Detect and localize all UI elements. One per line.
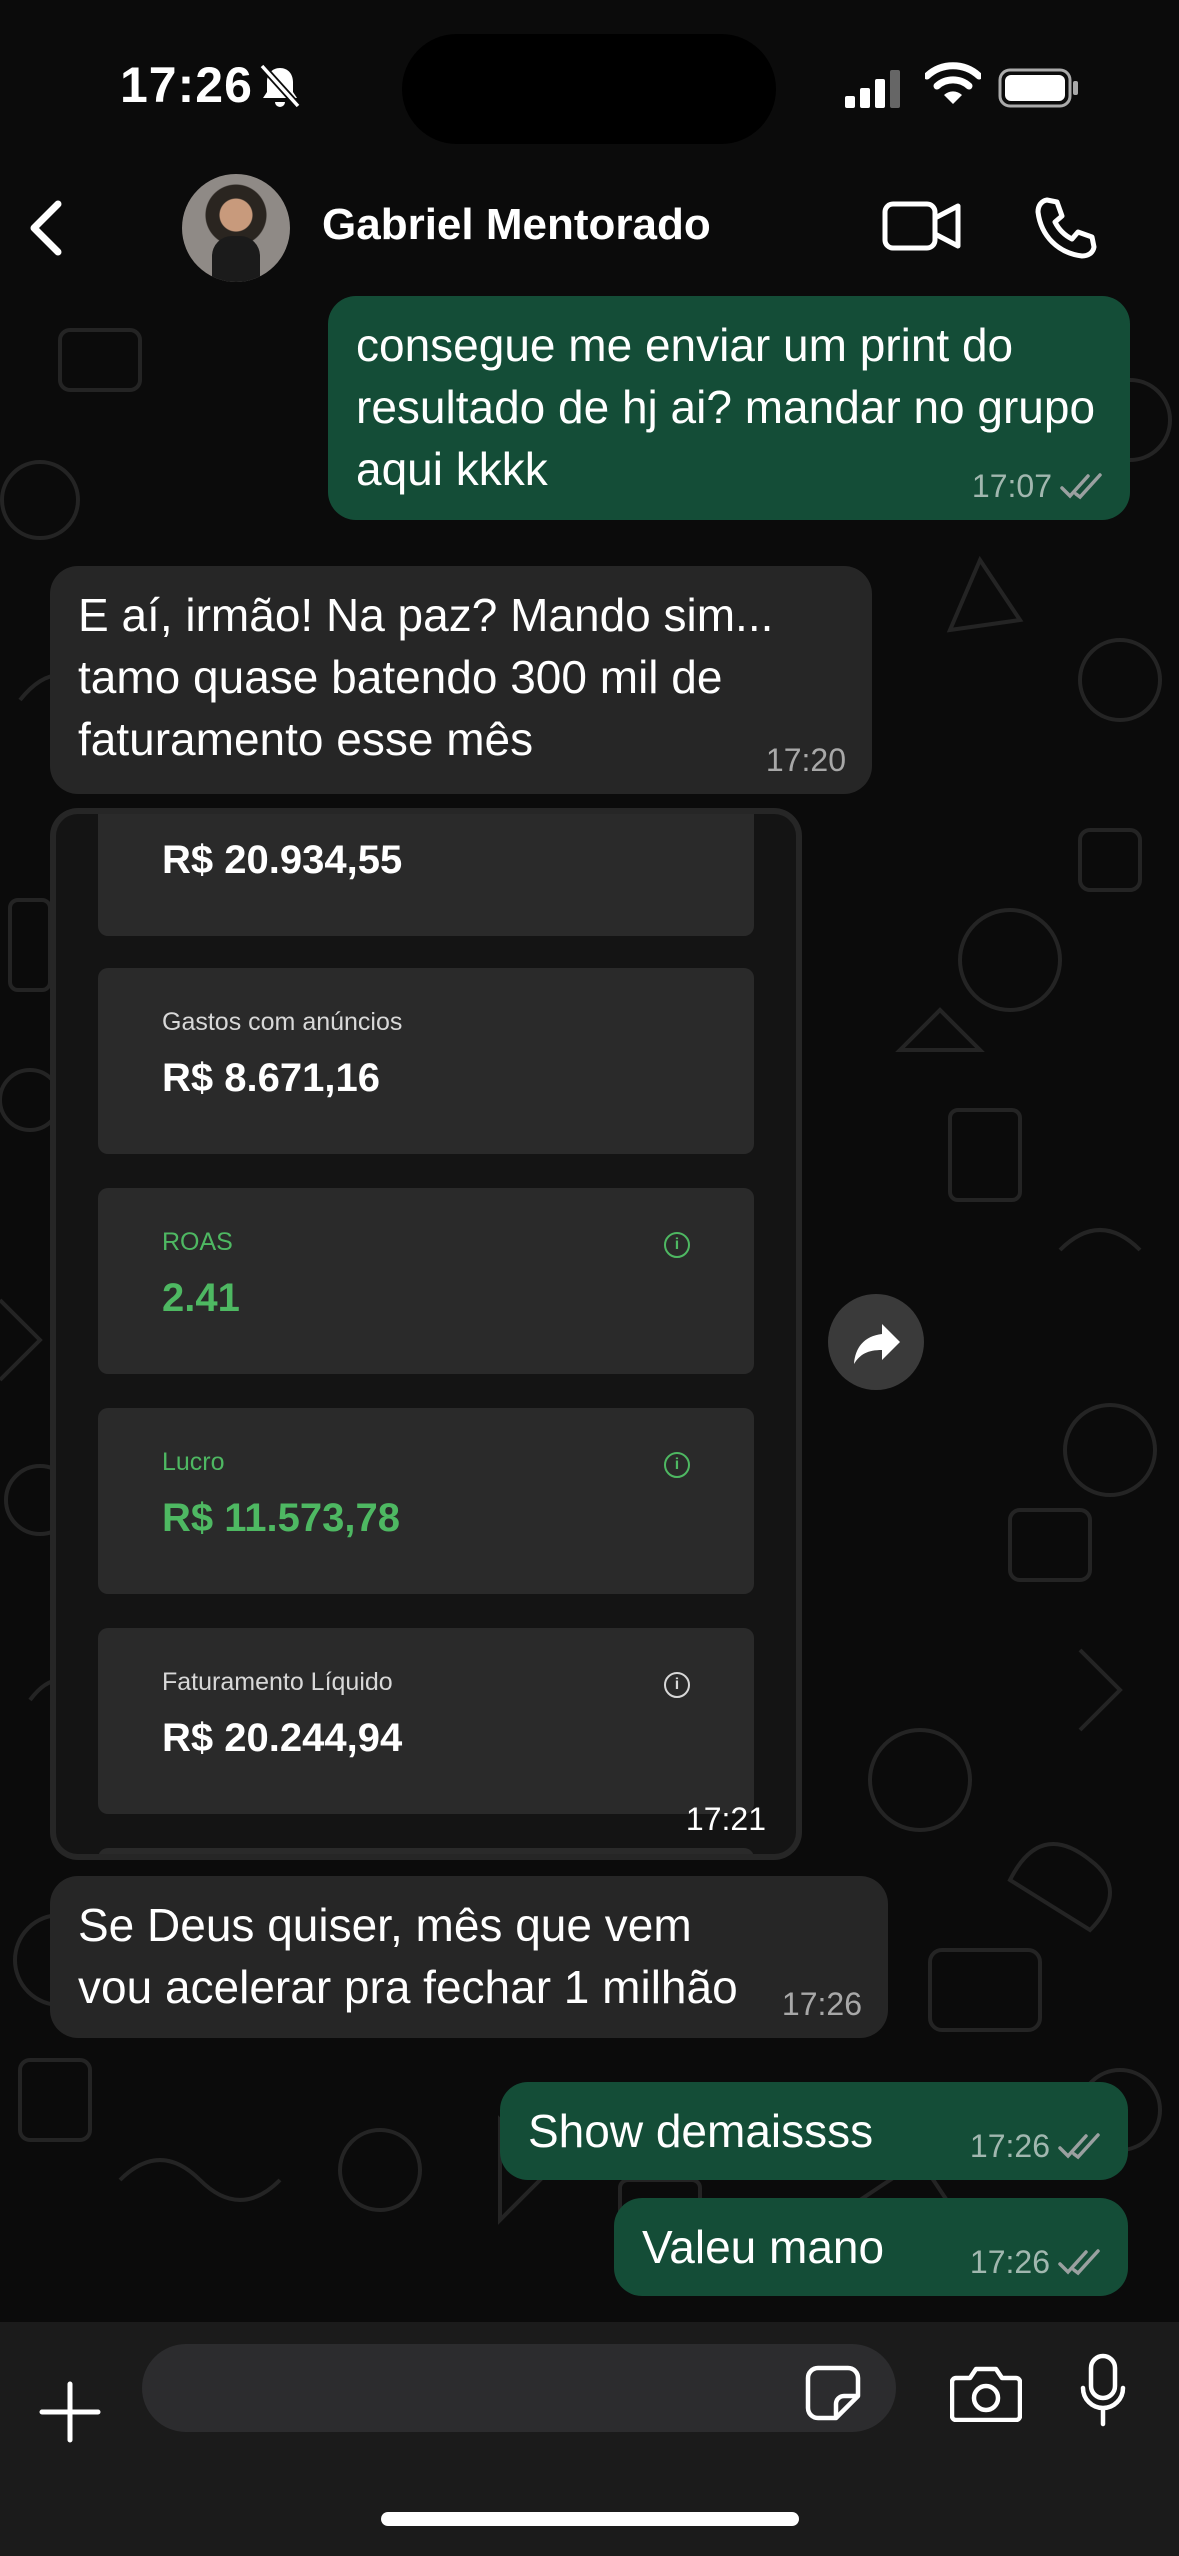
avatar[interactable]: [182, 174, 290, 282]
metric-label: Lucro: [162, 1448, 225, 1476]
metric-card-profit: Lucro R$ 11.573,78 i: [98, 1408, 754, 1594]
home-indicator[interactable]: [381, 2512, 799, 2526]
message-outgoing[interactable]: Valeu mano 17:26: [614, 2198, 1128, 2296]
battery-icon: [998, 68, 1078, 108]
message-meta: 17:20: [766, 742, 846, 778]
metric-card: R$ 20.934,55: [98, 814, 754, 936]
status-bar: 17:26: [0, 0, 1179, 160]
bell-off-icon: [259, 63, 301, 109]
message-outgoing[interactable]: consegue me enviar um print do resultado…: [328, 296, 1130, 520]
message-time: 17:21: [685, 1801, 766, 1837]
message-meta: 17:26: [970, 2244, 1102, 2280]
video-call-icon[interactable]: [882, 198, 962, 254]
metric-label: ROAS: [162, 1228, 233, 1256]
message-input[interactable]: [142, 2344, 896, 2432]
metric-value: R$ 8.671,16: [162, 1056, 380, 1100]
metric-value: R$ 20.244,94: [162, 1716, 403, 1760]
metric-card: [98, 1848, 754, 1854]
camera-icon[interactable]: [950, 2364, 1022, 2422]
message-outgoing[interactable]: Show demaissss 17:26: [500, 2082, 1128, 2180]
message-text: Se Deus quiser, mês que vem vou acelerar…: [78, 1899, 738, 2013]
wifi-icon: [925, 62, 981, 104]
message-meta: 17:26: [782, 1986, 862, 2022]
metric-value: R$ 11.573,78: [162, 1496, 400, 1540]
info-icon: i: [664, 1672, 690, 1698]
signal-icon: [845, 70, 900, 108]
phone-icon[interactable]: [1033, 196, 1097, 260]
message-time: 17:07: [971, 468, 1052, 504]
info-icon: i: [664, 1452, 690, 1478]
metric-label: Faturamento Líquido: [162, 1668, 393, 1696]
metric-label: Gastos com anúncios: [162, 1008, 403, 1036]
image-message[interactable]: R$ 20.934,55 Gastos com anúncios R$ 8.67…: [50, 808, 802, 1860]
message-meta: 17:26: [970, 2128, 1102, 2164]
message-meta: 17:07: [972, 468, 1104, 504]
double-check-icon: [1058, 2249, 1100, 2276]
double-check-icon: [1060, 473, 1102, 500]
message-incoming[interactable]: E aí, irmão! Na paz? Mando sim... tamo q…: [50, 566, 872, 794]
forward-button[interactable]: [828, 1294, 924, 1390]
microphone-icon[interactable]: [1078, 2352, 1128, 2432]
back-chevron-icon[interactable]: [22, 198, 72, 258]
dynamic-island: [402, 34, 776, 144]
metric-value: R$ 20.934,55: [162, 838, 403, 882]
metric-card-ad-spend: Gastos com anúncios R$ 8.671,16: [98, 968, 754, 1154]
forward-icon: [854, 1324, 900, 1364]
message-time: 17:26: [781, 1986, 862, 2022]
chat-header: Gabriel Mentorado: [0, 160, 1179, 295]
metric-card-net-revenue: Faturamento Líquido R$ 20.244,94 i: [98, 1628, 754, 1814]
plus-icon[interactable]: [38, 2380, 102, 2444]
sticker-icon[interactable]: [804, 2364, 862, 2422]
message-incoming[interactable]: Se Deus quiser, mês que vem vou acelerar…: [50, 1876, 888, 2038]
metric-value: 2.41: [162, 1276, 240, 1320]
message-time: 17:20: [765, 742, 846, 778]
metric-card-roas: ROAS 2.41 i: [98, 1188, 754, 1374]
message-time: 17:26: [969, 2244, 1050, 2280]
message-text: E aí, irmão! Na paz? Mando sim... tamo q…: [78, 589, 774, 765]
double-check-icon: [1058, 2133, 1100, 2160]
info-icon: i: [664, 1232, 690, 1258]
message-time: 17:26: [969, 2128, 1050, 2164]
dashboard-screenshot[interactable]: R$ 20.934,55 Gastos com anúncios R$ 8.67…: [56, 814, 796, 1854]
contact-name[interactable]: Gabriel Mentorado: [322, 200, 711, 250]
status-time: 17:26: [120, 57, 253, 113]
